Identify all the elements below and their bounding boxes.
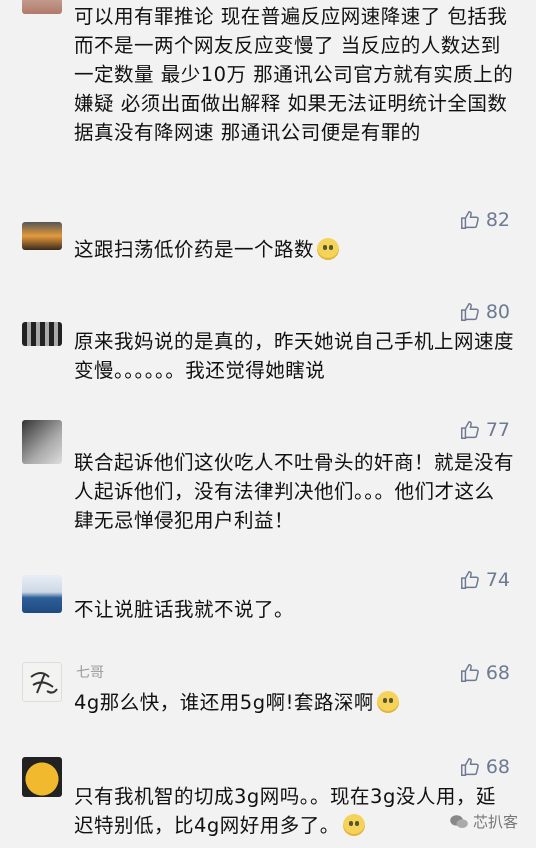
- sunset-photo-avatar[interactable]: [22, 222, 62, 250]
- thumbs-up-icon: [460, 211, 479, 229]
- cartoon-avatar[interactable]: [22, 757, 62, 797]
- watermark-text: 芯扒客: [472, 813, 518, 831]
- like-button[interactable]: 68: [459, 662, 510, 684]
- like-button[interactable]: 68: [459, 756, 510, 778]
- thumbs-up-icon: [460, 303, 479, 321]
- gray-photo-avatar[interactable]: [22, 420, 62, 464]
- comment-text-content: 4g那么快，谁还用5g啊!套路深啊: [74, 691, 374, 714]
- commenter-name: 七哥: [76, 665, 104, 681]
- grin-emoji-icon: [342, 814, 365, 836]
- like-button[interactable]: 80: [459, 301, 510, 323]
- comment-text: 联合起诉他们这伙吃人不吐骨头的奸商！就是没有人起诉他们，没有法律判决他们。。。他…: [74, 451, 515, 532]
- comment-text: 4g那么快，谁还用5g啊!套路深啊: [74, 688, 514, 717]
- comment-text: 这跟扫荡低价药是一个路数: [74, 235, 514, 264]
- like-button[interactable]: 77: [459, 419, 510, 441]
- like-count: 68: [485, 662, 510, 684]
- comment-text: 原来我妈说的是真的，昨天她说自己手机上网速度变慢。。。。。。我还觉得她瞎说: [74, 330, 515, 382]
- like-button[interactable]: 82: [459, 209, 510, 231]
- like-count: 80: [485, 301, 510, 323]
- calligraphy-avatar[interactable]: [22, 662, 62, 702]
- like-count: 68: [485, 756, 510, 778]
- blue-sea-avatar[interactable]: [22, 575, 62, 613]
- thumbs-up-icon: [460, 758, 479, 776]
- thumbs-up-icon: [460, 664, 479, 682]
- calligraphy-icon: [30, 672, 58, 694]
- like-button[interactable]: 74: [459, 569, 510, 591]
- comment-text-content: 这跟扫荡低价药是一个路数: [74, 238, 315, 261]
- comment-text-content: 只有我机智的切成3g网吗。。现在3g没人用，延迟特别低，比4g网好用多了。: [74, 785, 496, 837]
- like-count: 77: [485, 419, 510, 441]
- dark-photo-avatar[interactable]: [22, 322, 62, 346]
- wechat-icon: [450, 814, 468, 828]
- comment-text: 不让说脏话我就不说了。: [74, 598, 295, 621]
- like-count: 82: [485, 209, 510, 231]
- thumbs-up-icon: [460, 571, 479, 589]
- shocked-emoji-icon: [317, 238, 340, 260]
- like-count: 74: [485, 569, 510, 591]
- watermark: 芯扒客: [449, 811, 518, 832]
- thumbs-up-icon: [460, 421, 479, 439]
- user-avatar-photo[interactable]: [22, 0, 62, 14]
- comment-text: 可以用有罪推论 现在普遍反应网速降速了 包括我 而不是一两个网友反应变慢了 当反…: [74, 5, 514, 144]
- sweat-smile-emoji-icon: [376, 691, 399, 713]
